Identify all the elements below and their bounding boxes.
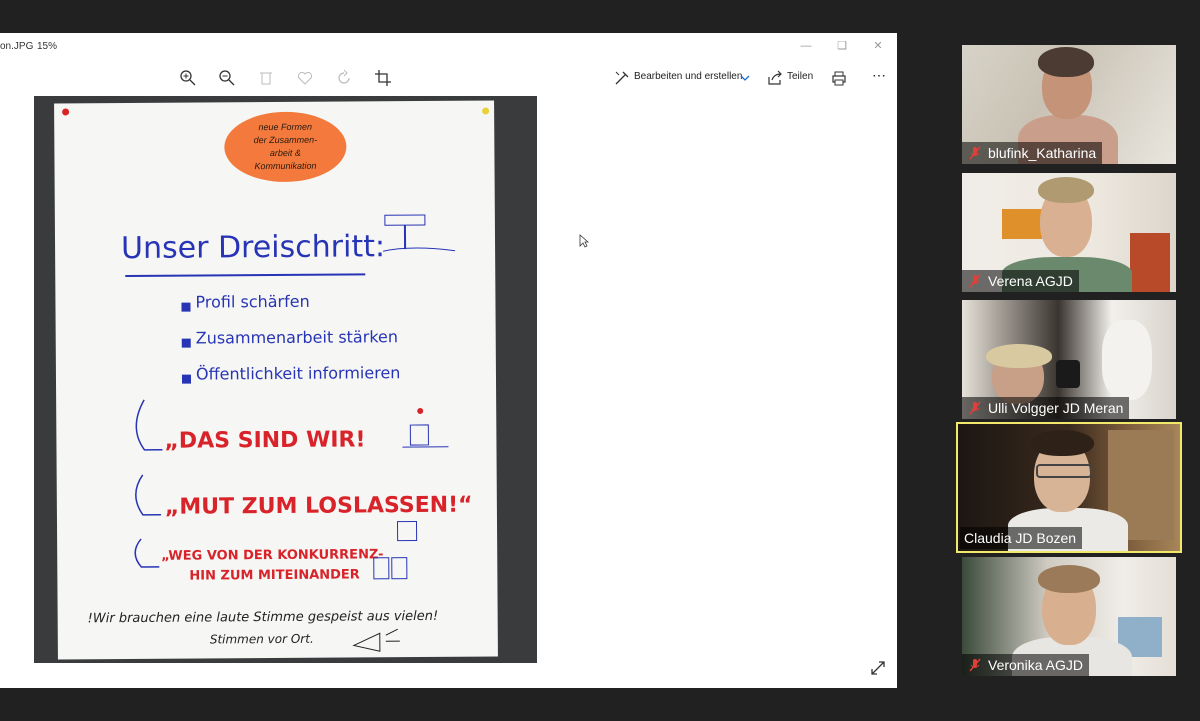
- signpost-icon: [382, 214, 456, 252]
- poster-footer: Stimmen vor Ort.: [209, 631, 314, 647]
- poster: neue Formen der Zusammen- arbeit & Kommu…: [54, 100, 498, 660]
- video-tile[interactable]: blufink_Katharina: [962, 45, 1176, 164]
- fullscreen-icon[interactable]: [870, 660, 886, 676]
- participant-name: Ulli Volgger JD Meran: [988, 400, 1124, 416]
- poster-heading: Unser Dreischritt:: [120, 229, 386, 267]
- step-bullet: [181, 302, 191, 312]
- podium-icon: [402, 407, 449, 448]
- displayed-photo: neue Formen der Zusammen- arbeit & Kommu…: [34, 96, 537, 663]
- print-icon[interactable]: [830, 69, 848, 87]
- badge-oval: neue Formen der Zusammen- arbeit & Kommu…: [224, 111, 347, 183]
- favorite-icon[interactable]: [296, 69, 314, 87]
- step-bullet: [181, 374, 192, 384]
- participant-name-label: Veronika AGJD: [962, 654, 1089, 676]
- badge-line: neue Formen: [258, 121, 313, 133]
- minimize-icon[interactable]: —: [798, 38, 814, 54]
- badge-line: Kommunikation: [254, 160, 317, 172]
- connector-icon: [391, 557, 408, 580]
- title-bar: on.JPG 15% — ❑ ✕: [0, 33, 897, 59]
- mouse-pointer-icon: [579, 234, 589, 248]
- participant-name: Claudia JD Bozen: [964, 530, 1077, 546]
- slogan: „WEG VON DER KONKURRENZ-: [161, 547, 384, 564]
- participant-name-label: blufink_Katharina: [962, 142, 1103, 164]
- megaphone-icon: [352, 628, 400, 652]
- video-tile[interactable]: Verena AGJD: [962, 173, 1176, 292]
- step-item: Öffentlichkeit informieren: [195, 363, 401, 384]
- poster-footer: !Wir brauchen eine laute Stimme gespeist…: [87, 608, 439, 627]
- connector-icon: [373, 557, 390, 580]
- file-name: on.JPG: [0, 41, 34, 52]
- slogan: HIN ZUM MITEINANDER: [189, 567, 360, 584]
- step-item: Zusammenarbeit stärken: [195, 327, 399, 348]
- pin-icon: [482, 107, 490, 115]
- muted-mic-icon: [969, 401, 981, 415]
- participant-name-label: Ulli Volgger JD Meran: [962, 397, 1130, 419]
- puzzle-icon: [396, 521, 418, 542]
- toolbar: Bearbeiten und erstellen Teilen ⋯: [0, 65, 897, 91]
- edit-create-icon[interactable]: [613, 69, 631, 87]
- participant-name: blufink_Katharina: [988, 145, 1097, 161]
- slogan: „DAS SIND WIR!: [164, 427, 366, 454]
- more-options-button[interactable]: ⋯: [872, 67, 886, 84]
- zoom-in-icon[interactable]: [179, 69, 197, 87]
- participant-name-label: Claudia JD Bozen: [960, 527, 1083, 549]
- chevron-down-icon[interactable]: [739, 69, 751, 87]
- video-tile[interactable]: Ulli Volgger JD Meran: [962, 300, 1176, 419]
- zoom-out-icon[interactable]: [218, 69, 236, 87]
- participant-name: Veronika AGJD: [988, 657, 1083, 673]
- share-icon[interactable]: [766, 69, 784, 87]
- arrow-icon: [135, 474, 161, 516]
- arrow-icon: [135, 399, 163, 451]
- slogan: „MUT ZUM LOSLASSEN!“: [164, 492, 473, 520]
- participant-name: Verena AGJD: [988, 273, 1073, 289]
- participant-name-label: Verena AGJD: [962, 270, 1079, 292]
- crop-icon[interactable]: [374, 69, 392, 87]
- badge-line: arbeit &: [269, 147, 301, 159]
- photo-viewer-window: on.JPG 15% — ❑ ✕ Bearbeiten und erstelle…: [0, 33, 897, 688]
- restore-icon[interactable]: ❑: [834, 38, 850, 54]
- edit-create-button[interactable]: Bearbeiten und erstellen: [634, 71, 742, 82]
- muted-mic-icon: [969, 274, 981, 288]
- delete-icon[interactable]: [257, 69, 275, 87]
- video-tile-active-speaker[interactable]: Claudia JD Bozen: [956, 422, 1182, 553]
- share-button[interactable]: Teilen: [787, 71, 813, 82]
- rotate-icon[interactable]: [335, 69, 353, 87]
- pin-icon: [62, 108, 70, 116]
- zoom-level: 15%: [37, 41, 58, 52]
- video-tile[interactable]: Veronika AGJD: [962, 557, 1176, 676]
- badge-line: der Zusammen-: [253, 134, 318, 146]
- close-icon[interactable]: ✕: [870, 38, 886, 54]
- muted-mic-icon: [969, 146, 981, 160]
- step-bullet: [181, 338, 191, 348]
- heading-underline: [125, 273, 366, 278]
- muted-mic-icon: [969, 658, 981, 672]
- step-item: Profil schärfen: [195, 291, 310, 312]
